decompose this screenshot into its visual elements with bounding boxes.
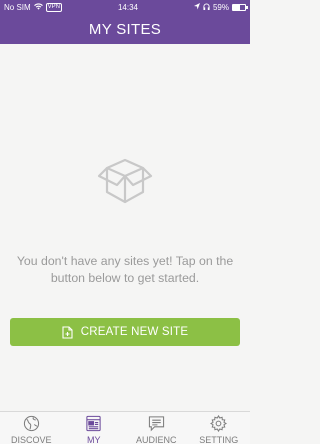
tab-label: MY	[87, 435, 101, 444]
main-content: You don't have any sites yet! Tap on the…	[0, 44, 250, 411]
chat-icon	[148, 415, 165, 432]
tab-my-sites[interactable]: MY	[63, 412, 126, 444]
tab-discover[interactable]: DISCOVE	[0, 412, 63, 444]
tab-label: SETTING	[199, 435, 239, 444]
tab-settings[interactable]: SETTING	[188, 412, 251, 444]
globe-icon	[23, 415, 40, 432]
location-icon	[193, 2, 200, 12]
empty-state-message: You don't have any sites yet! Tap on the…	[0, 253, 250, 287]
create-new-site-button[interactable]: CREATE NEW SITE	[10, 318, 240, 346]
battery-percent: 59%	[212, 2, 229, 12]
open-box-icon	[95, 152, 155, 208]
tab-label: AUDIENC	[135, 435, 177, 444]
sites-icon	[85, 415, 102, 432]
page-title: MY SITES	[88, 20, 162, 38]
battery-icon	[232, 3, 248, 11]
status-time: 14:34	[117, 2, 139, 12]
headphones-icon	[203, 3, 210, 12]
vpn-badge: VPN	[45, 2, 63, 12]
tab-label: DISCOVE	[10, 435, 52, 444]
gear-icon	[210, 415, 228, 432]
battery-level	[233, 4, 241, 10]
carrier-label: No SIM	[4, 2, 31, 12]
new-document-icon	[62, 325, 73, 339]
status-bar: No SIM VPN 14:34 59%	[0, 0, 250, 14]
app-header: MY SITES	[0, 14, 250, 44]
bottom-tab-bar: DISCOVE MY AUDIENC SETTING	[0, 411, 250, 444]
empty-message-line-1: You don't have any sites yet! Tap on the	[16, 254, 234, 268]
empty-message-line-2: button below to get started.	[50, 271, 200, 285]
create-new-site-label: CREATE NEW SITE	[80, 326, 189, 338]
wifi-icon	[33, 2, 43, 12]
tab-audience[interactable]: AUDIENC	[125, 412, 188, 444]
